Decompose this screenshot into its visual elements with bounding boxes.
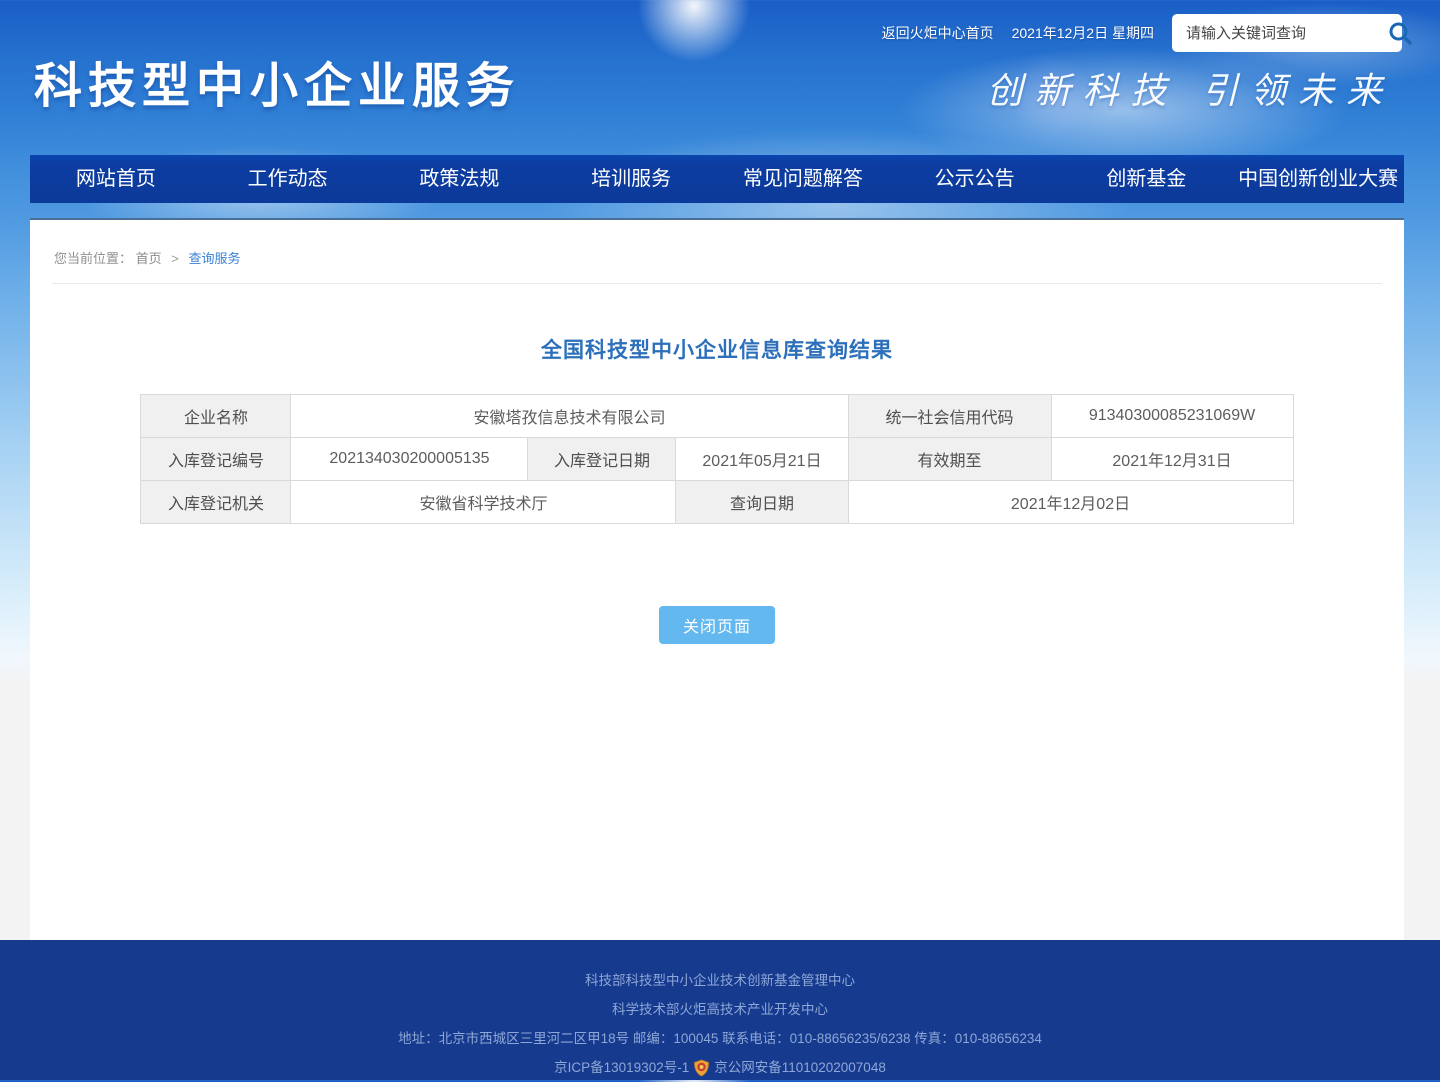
site-slogan: 创新科技 引领未来	[987, 62, 1394, 114]
registration-date-label: 入库登记日期	[528, 438, 676, 481]
breadcrumb-home-link[interactable]: 首页	[136, 251, 162, 266]
credit-code-label: 统一社会信用代码	[848, 395, 1051, 438]
registration-number-label: 入库登记编号	[141, 438, 291, 481]
icp-filing-link[interactable]: 京ICP备13019302号-1	[554, 1053, 689, 1082]
registration-authority-label: 入库登记机关	[141, 481, 291, 524]
close-page-button[interactable]: 关闭页面	[659, 606, 775, 644]
valid-until-label: 有效期至	[848, 438, 1051, 481]
nav-item-announcements[interactable]: 公示公告	[889, 155, 1061, 203]
topbar: 返回火炬中心首页 2021年12月2日 星期四	[882, 14, 1402, 52]
credit-code-value: 91340300085231069W	[1051, 395, 1293, 438]
nav-item-policy[interactable]: 政策法规	[374, 155, 546, 203]
main-nav: 网站首页 工作动态 政策法规 培训服务 常见问题解答 公示公告 创新基金 中国创…	[30, 155, 1404, 203]
search-box[interactable]	[1172, 14, 1402, 52]
nav-item-home[interactable]: 网站首页	[30, 155, 202, 203]
query-result-table: 企业名称 安徽塔孜信息技术有限公司 统一社会信用代码 9134030008523…	[140, 394, 1293, 524]
table-row: 企业名称 安徽塔孜信息技术有限公司 统一社会信用代码 9134030008523…	[141, 395, 1293, 438]
nav-item-faq[interactable]: 常见问题解答	[717, 155, 889, 203]
search-input[interactable]	[1184, 24, 1387, 43]
breadcrumb-separator: >	[171, 251, 179, 266]
nav-item-innovation-fund[interactable]: 创新基金	[1061, 155, 1233, 203]
site-logo: 科技型中小企业服务	[34, 46, 520, 116]
breadcrumb: 您当前位置： 首页 > 查询服务	[52, 220, 1382, 284]
current-date: 2021年12月2日 星期四	[1012, 23, 1154, 43]
nav-item-competition[interactable]: 中国创新创业大赛	[1232, 155, 1404, 203]
footer-org-line-2: 科学技术部火炬高技术产业开发中心	[0, 995, 1440, 1024]
content-panel: 您当前位置： 首页 > 查询服务 全国科技型中小企业信息库查询结果 企业名称 安…	[30, 218, 1404, 940]
public-security-filing-link[interactable]: 京公网安备11010202007048	[714, 1053, 886, 1082]
footer-org-line-1: 科技部科技型中小企业技术创新基金管理中心	[0, 966, 1440, 995]
breadcrumb-prefix: 您当前位置：	[54, 251, 132, 266]
footer-address-line: 地址：北京市西城区三里河二区甲18号 邮编：100045 联系电话：010-88…	[0, 1024, 1440, 1053]
query-date-label: 查询日期	[676, 481, 848, 524]
footer: 科技部科技型中小企业技术创新基金管理中心 科学技术部火炬高技术产业开发中心 地址…	[0, 940, 1440, 1080]
registration-authority-value: 安徽省科学技术厅	[291, 481, 676, 524]
nav-item-work-news[interactable]: 工作动态	[202, 155, 374, 203]
company-name-value: 安徽塔孜信息技术有限公司	[291, 395, 848, 438]
company-name-label: 企业名称	[141, 395, 291, 438]
registration-number-value: 202134030200005135	[291, 438, 528, 481]
search-icon[interactable]	[1387, 20, 1413, 46]
page-title: 全国科技型中小企业信息库查询结果	[30, 334, 1404, 364]
valid-until-value: 2021年12月31日	[1051, 438, 1293, 481]
query-date-value: 2021年12月02日	[848, 481, 1293, 524]
table-row: 入库登记编号 202134030200005135 入库登记日期 2021年05…	[141, 438, 1293, 481]
registration-date-value: 2021年05月21日	[676, 438, 848, 481]
table-row: 入库登记机关 安徽省科学技术厅 查询日期 2021年12月02日	[141, 481, 1293, 524]
breadcrumb-current-link[interactable]: 查询服务	[189, 251, 241, 266]
footer-icp-line: 京ICP备13019302号-1 京公网安备11010202007048	[0, 1053, 1440, 1082]
return-torch-home-link[interactable]: 返回火炬中心首页	[882, 23, 994, 43]
public-security-badge-icon	[693, 1059, 710, 1077]
nav-item-training[interactable]: 培训服务	[545, 155, 717, 203]
